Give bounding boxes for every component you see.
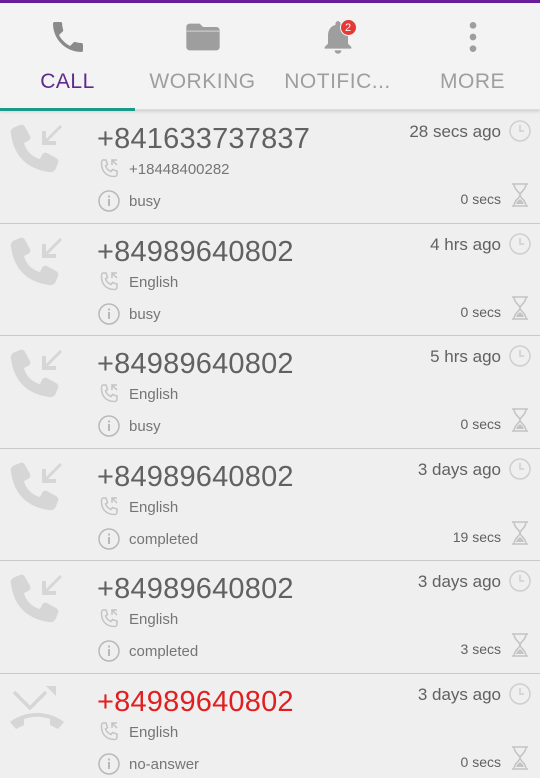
phone-outline-icon (97, 720, 121, 744)
hourglass-icon (510, 295, 530, 320)
clock-icon (508, 682, 532, 706)
hourglass-icon (510, 520, 530, 545)
tab-notifications-label: NOTIFIC... (284, 70, 391, 93)
call-duration: 0 secs (460, 753, 501, 770)
bell-icon: 2 (318, 17, 358, 57)
info-icon (97, 527, 121, 551)
missed-call-icon (6, 682, 68, 744)
phone-outline-icon (97, 157, 121, 181)
call-number: +84989640802 (97, 235, 294, 268)
hourglass-icon (510, 633, 530, 657)
call-row[interactable]: +84989640802 English no-answer 3 days ag… (0, 673, 540, 778)
hourglass-icon (510, 183, 530, 207)
call-history-list: +841633737837 +18448400282 busy 28 secs … (0, 111, 540, 778)
incoming-call-icon (6, 232, 68, 294)
tab-notifications[interactable]: 2 NOTIFIC... (270, 3, 405, 110)
tab-call[interactable]: CALL (0, 3, 135, 111)
info-icon (97, 752, 121, 776)
clock-icon (508, 344, 532, 368)
call-status: busy (129, 193, 161, 210)
call-status: completed (129, 530, 199, 548)
info-icon (97, 189, 121, 213)
active-tab-indicator (0, 108, 135, 111)
call-duration: 0 secs (460, 303, 501, 320)
clock-icon (508, 569, 532, 593)
call-row[interactable]: +84989640802 English completed 3 days ag… (0, 561, 540, 674)
call-time: 3 days ago (417, 684, 501, 704)
incoming-call-icon (6, 457, 68, 519)
phone-outline-icon (97, 495, 121, 519)
tab-call-label: CALL (40, 70, 95, 93)
incoming-call-icon (6, 344, 68, 406)
call-status: busy (129, 418, 161, 435)
call-status: no-answer (129, 755, 200, 773)
incoming-call-icon (6, 569, 68, 631)
call-sub-line: English (129, 723, 179, 741)
clock-icon (508, 232, 532, 256)
hourglass-icon (510, 408, 530, 432)
call-number: +84989640802 (97, 460, 294, 493)
call-time: 28 secs ago (409, 122, 501, 141)
hourglass-icon (510, 745, 530, 770)
tab-working-label: WORKING (149, 70, 256, 93)
call-duration: 0 secs (460, 416, 501, 432)
call-row[interactable]: +84989640802 English busy 5 hrs ago 0 se… (0, 336, 540, 449)
call-row[interactable]: +841633737837 +18448400282 busy 28 secs … (0, 111, 540, 224)
call-sub-line: English (129, 498, 179, 516)
tab-working[interactable]: WORKING (135, 3, 270, 110)
call-status: busy (129, 305, 161, 323)
phone-outline-icon (97, 270, 121, 294)
call-number: +84989640802 (97, 348, 294, 380)
call-number: +84989640802 (97, 685, 294, 718)
call-status: completed (129, 643, 199, 660)
tab-bar: CALL WORKING 2 NOTIFIC... MORE (0, 3, 540, 111)
call-sub-line: English (129, 273, 179, 291)
phone-outline-icon (97, 607, 121, 631)
folder-icon (183, 17, 223, 57)
call-time: 5 hrs ago (430, 347, 501, 366)
info-icon (97, 639, 121, 663)
call-time: 4 hrs ago (430, 234, 501, 254)
call-sub-line: English (129, 611, 179, 628)
tab-more[interactable]: MORE (405, 3, 540, 110)
call-time: 3 days ago (417, 572, 501, 591)
call-duration: 19 secs (452, 528, 501, 545)
call-duration: 0 secs (460, 191, 501, 207)
tab-more-label: MORE (440, 70, 505, 93)
more-vert-icon (453, 17, 493, 57)
info-icon (97, 414, 121, 438)
incoming-call-icon (6, 119, 68, 181)
phone-outline-icon (97, 382, 121, 406)
call-time: 3 days ago (417, 459, 501, 479)
notification-badge: 2 (339, 19, 357, 36)
call-sub-line: English (129, 386, 179, 403)
phone-icon (48, 17, 88, 57)
call-number: +841633737837 (97, 123, 311, 155)
call-row[interactable]: +84989640802 English busy 4 hrs ago 0 se… (0, 223, 540, 336)
info-icon (97, 302, 121, 326)
call-duration: 3 secs (460, 641, 501, 657)
call-sub-line: +18448400282 (129, 161, 230, 178)
clock-icon (508, 457, 532, 481)
call-row[interactable]: +84989640802 English completed 3 days ag… (0, 448, 540, 561)
clock-icon (508, 119, 532, 143)
call-number: +84989640802 (97, 573, 294, 605)
